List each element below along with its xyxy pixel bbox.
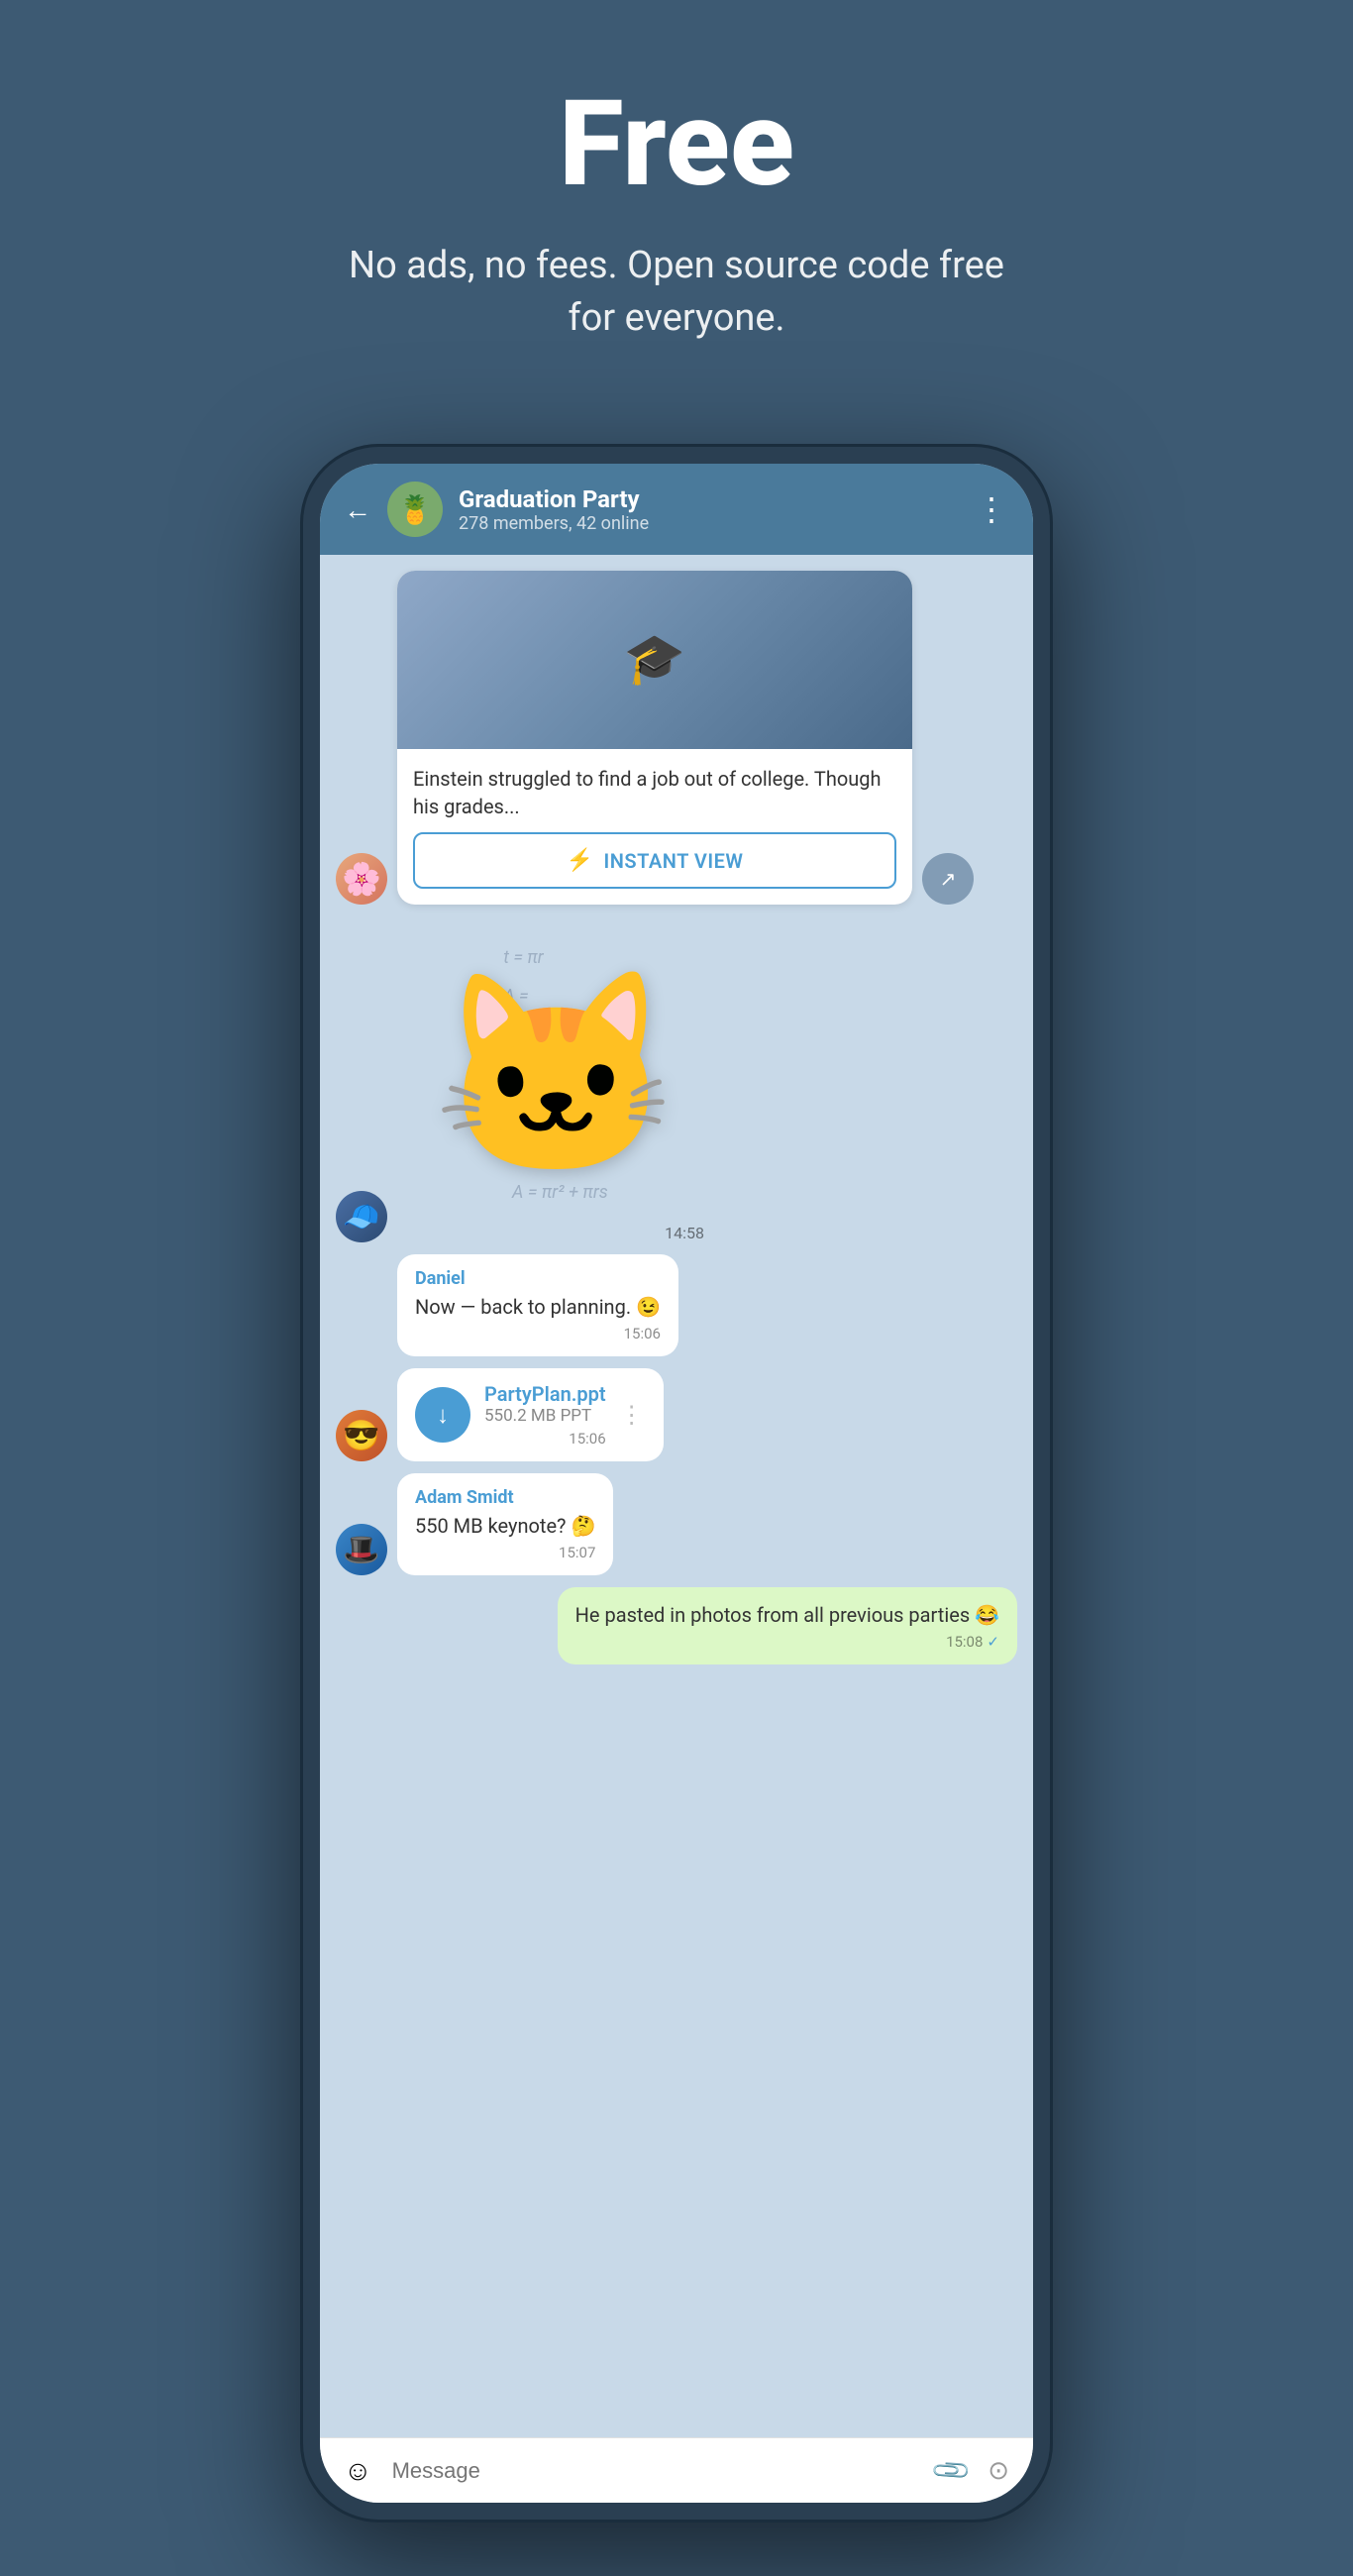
message-input-bar: ☺ 📎 ⊙ [320, 2437, 1033, 2503]
group-members: 278 members, 42 online [459, 513, 960, 534]
hero-title: Free [40, 79, 1313, 210]
share-icon: ↗ [940, 867, 957, 891]
group-avatar: 🍍 [387, 482, 443, 537]
file-bubble: ↓ PartyPlan.ppt 550.2 MB PPT 15:06 ⋮ [397, 1368, 664, 1461]
phone-screen: ← 🍍 Graduation Party 278 members, 42 onl… [320, 464, 1033, 2503]
message-text: 550 MB keynote? 🤔 [415, 1512, 595, 1540]
checkmark-icon: ✓ [987, 1633, 999, 1651]
group-info: Graduation Party 278 members, 42 online [459, 485, 960, 534]
sender-name: Daniel [415, 1268, 661, 1289]
message-row: Daniel Now — back to planning. 😉 15:06 [336, 1254, 1017, 1356]
message-time: 15:08 ✓ [575, 1633, 999, 1651]
hero-subtitle: No ads, no fees. Open source code free f… [330, 240, 1023, 345]
file-info: PartyPlan.ppt 550.2 MB PPT 15:06 [484, 1382, 606, 1448]
message-row: 🎩 Adam Smidt 550 MB keynote? 🤔 15:07 [336, 1473, 1017, 1575]
avatar: 🧢 [336, 1191, 387, 1242]
message-row: 🌸 🎓 Einstein struggled to find a job out… [336, 571, 1017, 905]
lightning-icon: ⚡ [567, 848, 594, 873]
camera-button[interactable]: ⊙ [988, 2456, 1009, 2486]
avatar: 🎩 [336, 1524, 387, 1575]
message-bubble: Adam Smidt 550 MB keynote? 🤔 15:07 [397, 1473, 613, 1575]
file-download-button[interactable]: ↓ [415, 1387, 470, 1443]
own-message-row: He pasted in photos from all previous pa… [336, 1587, 1017, 1664]
article-image: 🎓 [397, 571, 912, 749]
message-time: 15:07 [415, 1544, 595, 1561]
share-button[interactable]: ↗ [922, 853, 974, 905]
message-text: He pasted in photos from all previous pa… [575, 1601, 999, 1629]
phone-wrapper: ← 🍍 Graduation Party 278 members, 42 onl… [300, 444, 1053, 2522]
group-avatar-emoji: 🍍 [398, 493, 433, 526]
sender-name: Adam Smidt [415, 1487, 595, 1508]
chat-body: 🌸 🎓 Einstein struggled to find a job out… [320, 555, 1033, 2437]
avatar: 😎 [336, 1410, 387, 1461]
cat-sticker: 🐱 [432, 959, 678, 1192]
message-row: 😎 ↓ PartyPlan.ppt 550.2 MB PPT 15:06 ⋮ [336, 1368, 1017, 1461]
sticker-row: 🧢 t = πr A = V = l² P = 2πr A = πr² s = … [336, 916, 1017, 1242]
instant-view-button[interactable]: ⚡ INSTANT VIEW [413, 832, 896, 889]
more-button[interactable]: ⋮ [976, 490, 1009, 528]
hero-section: Free No ads, no fees. Open source code f… [0, 0, 1353, 404]
sticker-message: t = πr A = V = l² P = 2πr A = πr² s = √r… [397, 916, 714, 1242]
sticker-container: t = πr A = V = l² P = 2πr A = πr² s = √r… [397, 916, 714, 1234]
instant-view-label: INSTANT VIEW [603, 849, 743, 873]
chat-header: ← 🍍 Graduation Party 278 members, 42 onl… [320, 464, 1033, 555]
group-name: Graduation Party [459, 485, 960, 513]
article-text: Einstein struggled to find a job out of … [413, 765, 896, 820]
phone-frame: ← 🍍 Graduation Party 278 members, 42 onl… [300, 444, 1053, 2522]
file-more-button[interactable]: ⋮ [620, 1401, 646, 1429]
article-bubble: 🎓 Einstein struggled to find a job out o… [397, 571, 912, 905]
article-content: Einstein struggled to find a job out of … [397, 749, 912, 905]
file-name: PartyPlan.ppt [484, 1382, 606, 1406]
own-message-bubble: He pasted in photos from all previous pa… [558, 1587, 1017, 1664]
attach-button[interactable]: 📎 [930, 2449, 974, 2493]
file-size: 550.2 MB PPT [484, 1406, 606, 1426]
avatar: 🌸 [336, 853, 387, 905]
message-time: 15:06 [415, 1325, 661, 1342]
back-button[interactable]: ← [344, 493, 371, 526]
message-input[interactable] [392, 2458, 916, 2484]
message-time: 15:06 [484, 1430, 606, 1448]
download-icon: ↓ [437, 1401, 449, 1430]
message-bubble: Daniel Now — back to planning. 😉 15:06 [397, 1254, 678, 1356]
message-text: Now — back to planning. 😉 [415, 1293, 661, 1321]
emoji-button[interactable]: ☺ [344, 2454, 372, 2487]
